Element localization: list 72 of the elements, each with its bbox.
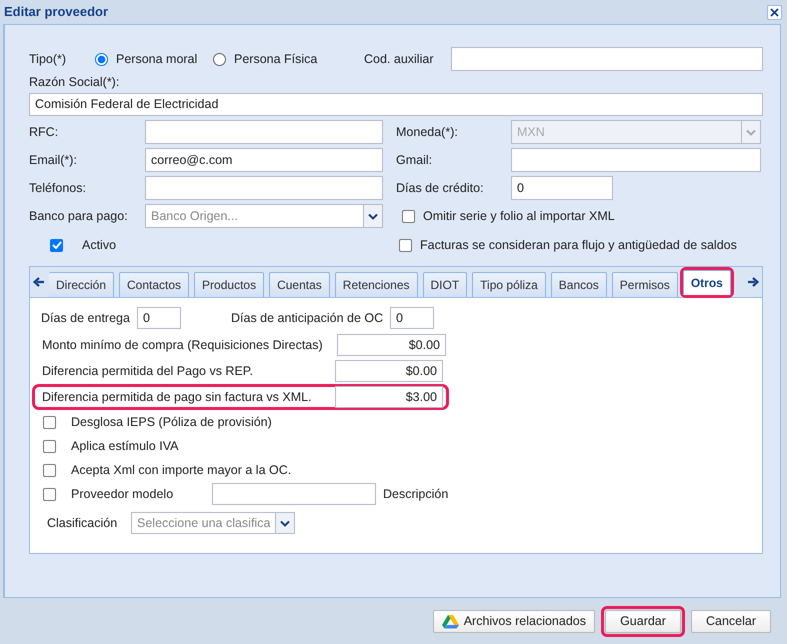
field-label: Descripción bbox=[383, 486, 448, 503]
field-label: Tipo(*) bbox=[29, 50, 68, 68]
bank-select[interactable]: Banco Origen... bbox=[145, 204, 383, 228]
right-arrow-icon bbox=[747, 277, 759, 287]
text-field[interactable] bbox=[145, 176, 383, 200]
text-field[interactable] bbox=[451, 47, 763, 71]
window-title: Editar proveedor bbox=[4, 3, 108, 22]
radio-button[interactable] bbox=[213, 52, 226, 66]
close-icon bbox=[770, 8, 779, 16]
field-label: Teléfonos: bbox=[29, 180, 87, 197]
footer-button[interactable]: Guardar bbox=[605, 610, 681, 632]
text-field[interactable]: 0 bbox=[511, 176, 613, 200]
text-field[interactable] bbox=[511, 148, 761, 172]
text-field[interactable]: 0 bbox=[390, 307, 434, 329]
field-label: Gmail: bbox=[396, 152, 434, 169]
field-label: RFC: bbox=[29, 124, 60, 141]
tab[interactable]: Contactos bbox=[119, 272, 190, 297]
checkbox[interactable] bbox=[402, 210, 415, 222]
tab[interactable]: Permisos bbox=[612, 272, 678, 297]
checkbox-label: Omitir serie y folio al importar XML bbox=[423, 208, 615, 225]
caret-icon bbox=[368, 212, 378, 220]
field-label: Diferencia permitida del Pago vs REP. bbox=[42, 362, 254, 380]
left-arrow-icon bbox=[33, 277, 45, 287]
checkbox[interactable] bbox=[43, 416, 56, 428]
checkbox[interactable] bbox=[43, 464, 56, 476]
classification-select[interactable]: Seleccione una clasifica bbox=[131, 512, 295, 534]
option-label: Persona moral bbox=[116, 50, 198, 68]
tab[interactable]: Productos bbox=[194, 272, 264, 297]
field-label: Clasificación bbox=[47, 514, 118, 532]
related-files-button[interactable]: Archivos relacionados bbox=[432, 610, 595, 632]
footer-button[interactable]: Cancelar bbox=[691, 610, 771, 632]
tab[interactable]: Otros bbox=[682, 270, 731, 295]
tab[interactable]: Bancos bbox=[550, 272, 607, 297]
field-label: Días de entrega bbox=[41, 310, 131, 327]
checkbox[interactable] bbox=[399, 238, 412, 252]
text-field[interactable]: correo@c.com bbox=[145, 148, 383, 172]
tab[interactable]: Cuentas bbox=[269, 272, 330, 297]
option-label: Persona Física bbox=[234, 50, 318, 68]
field-label: Días de crédito: bbox=[396, 180, 485, 197]
field-label: Moneda(*): bbox=[396, 124, 459, 141]
amount-field[interactable]: $3.00 bbox=[335, 386, 443, 408]
field-label: Días de anticipación de OC bbox=[231, 310, 384, 327]
field-label: Monto minímo de compra (Requisiciones Directas) bbox=[42, 336, 324, 354]
text-field[interactable] bbox=[145, 120, 383, 144]
checkbox-label: Activo bbox=[82, 236, 116, 254]
radio-button[interactable] bbox=[95, 52, 108, 66]
caret-icon bbox=[280, 520, 290, 526]
tab[interactable]: Retenciones bbox=[334, 272, 418, 297]
field-label: Razón Social(*): bbox=[29, 74, 120, 91]
checkbox[interactable] bbox=[50, 238, 63, 252]
checkbox[interactable] bbox=[43, 488, 56, 500]
field-label: Banco para pago: bbox=[29, 208, 129, 225]
field-label: Cod. auxiliar bbox=[364, 50, 434, 68]
text-field[interactable] bbox=[212, 483, 376, 505]
tab[interactable]: DIOT bbox=[422, 272, 468, 297]
checkbox[interactable] bbox=[43, 440, 56, 452]
tab[interactable]: Tipo póliza bbox=[472, 272, 546, 297]
amount-field[interactable]: $0.00 bbox=[337, 334, 446, 356]
field-label: Diferencia permitida de pago sin factura vs XML. bbox=[42, 388, 313, 406]
text-field[interactable]: 0 bbox=[137, 307, 181, 329]
text-field[interactable]: Comisión Federal de Electricidad bbox=[29, 93, 763, 116]
checkbox-label: Desglosa IEPS (Póliza de provisión) bbox=[71, 414, 272, 431]
checkbox-label: Aplica estímulo IVA bbox=[71, 438, 178, 455]
checkbox-label: Facturas se consideran para flujo y antigüedad de saldos bbox=[420, 236, 737, 254]
checkbox-label: Acepta Xml con importe mayor a la OC. bbox=[71, 462, 292, 479]
drive-icon bbox=[442, 614, 459, 628]
tab[interactable]: Dirección bbox=[49, 272, 114, 297]
close-button[interactable] bbox=[767, 4, 782, 20]
field-label: Email(*): bbox=[29, 152, 78, 169]
amount-field[interactable]: $0.00 bbox=[335, 360, 443, 382]
checkbox-label: Proveedor modelo bbox=[71, 486, 174, 503]
caret-icon bbox=[746, 128, 756, 136]
